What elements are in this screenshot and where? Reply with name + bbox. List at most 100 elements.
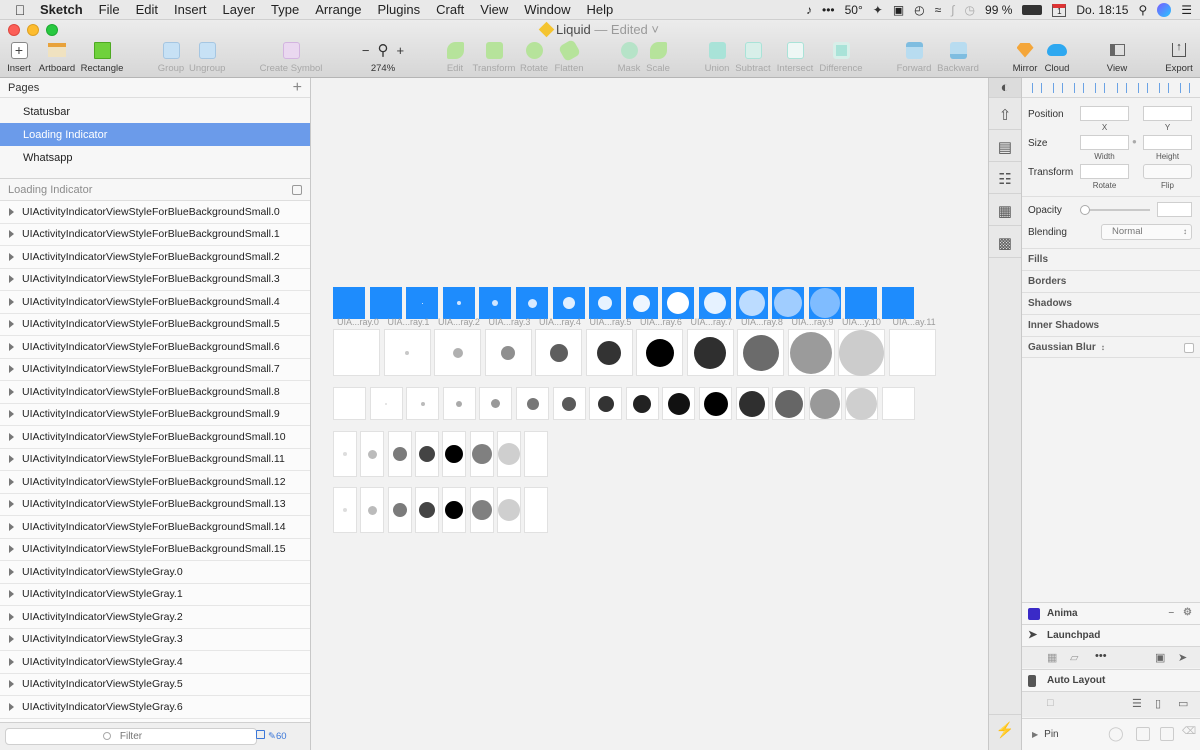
blue-artboard[interactable]	[772, 287, 805, 319]
layer-row[interactable]: UIActivityIndicatorViewStyleForBlueBackg…	[0, 403, 310, 426]
disclosure-triangle-icon[interactable]	[9, 680, 14, 689]
artboard[interactable]	[469, 431, 494, 477]
camera-icon[interactable]: ▣	[893, 3, 904, 17]
opacity-slider-track[interactable]	[1084, 209, 1150, 211]
artboard[interactable]	[686, 329, 734, 376]
layer-row[interactable]: UIActivityIndicatorViewStyleGray.6	[0, 696, 310, 719]
artboard-label[interactable]: UIA...ray.4	[539, 317, 581, 327]
layer-row[interactable]: UIActivityIndicatorViewStyleGray.1	[0, 583, 310, 606]
layer-row[interactable]: UIActivityIndicatorViewStyleForBlueBackg…	[0, 381, 310, 404]
time-machine-icon[interactable]: ◷	[965, 3, 975, 17]
artboard[interactable]	[360, 431, 385, 477]
temperature-readout[interactable]: 50°	[845, 3, 863, 17]
notification-center-icon[interactable]: ☰	[1181, 3, 1192, 17]
layer-row[interactable]: UIActivityIndicatorViewStyleForBlueBackg…	[0, 493, 310, 516]
artboard[interactable]	[845, 387, 879, 420]
blue-artboard[interactable]	[699, 287, 731, 319]
disclosure-triangle-icon[interactable]	[9, 657, 14, 666]
position-x-input[interactable]	[1080, 106, 1129, 121]
battery-readout[interactable]: 99 %	[985, 3, 1012, 17]
zoom-in-button[interactable]: +	[397, 43, 405, 58]
artboard-label[interactable]: UIA...ray.8	[741, 317, 783, 327]
mirror-button[interactable]: Mirror	[1011, 39, 1039, 74]
blue-artboard[interactable]	[662, 287, 695, 319]
disclosure-triangle-icon[interactable]	[9, 252, 14, 261]
artboard[interactable]	[882, 387, 915, 420]
artboard[interactable]	[838, 329, 885, 376]
page-item-statusbar[interactable]: Statusbar	[0, 100, 310, 123]
more-icon[interactable]: •••	[1095, 650, 1107, 662]
anima-panel[interactable]: Anima – ⚙	[1022, 602, 1200, 624]
blue-artboard[interactable]	[333, 287, 365, 319]
layer-row[interactable]: UIActivityIndicatorViewStyleForBlueBackg…	[0, 268, 310, 291]
disclosure-triangle-icon[interactable]	[9, 320, 14, 329]
blue-artboard[interactable]	[625, 287, 658, 319]
artboard[interactable]	[414, 431, 439, 477]
artboard[interactable]	[524, 487, 549, 533]
add-page-icon[interactable]: +	[293, 79, 302, 97]
align-top-icon[interactable]	[1116, 82, 1127, 93]
code-icon[interactable]: ▣	[1155, 651, 1165, 664]
forward-button[interactable]: Forward	[896, 39, 932, 74]
disclosure-triangle-icon[interactable]	[9, 567, 14, 576]
layer-row[interactable]: UIActivityIndicatorViewStyleForBlueBackg…	[0, 313, 310, 336]
layer-row[interactable]: UIActivityIndicatorViewStyleGray.2	[0, 606, 310, 629]
inspector-tab-icon[interactable]: ◐	[989, 78, 1021, 98]
layer-row[interactable]: UIActivityIndicatorViewStyleForBlueBackg…	[0, 336, 310, 359]
intersect-button[interactable]: Intersect	[775, 39, 815, 74]
artboard-label[interactable]: UIA...ray.3	[489, 317, 531, 327]
spotlight-search-icon[interactable]: ⚲	[1138, 3, 1147, 17]
sync-icon[interactable]: ◴	[914, 3, 924, 17]
blue-artboard[interactable]	[552, 287, 585, 319]
rotate-button[interactable]: Rotate	[520, 39, 548, 74]
resize-icon[interactable]: ▦	[989, 196, 1021, 226]
width-input[interactable]	[1080, 135, 1129, 150]
document-title[interactable]: Liquid — Edited ˅	[0, 21, 1200, 38]
blue-artboard[interactable]	[845, 287, 878, 319]
artboard[interactable]	[442, 387, 476, 420]
artboard-label[interactable]: UIA...ray.6	[640, 317, 682, 327]
align-left-icon[interactable]	[1031, 82, 1042, 93]
align-right-icon[interactable]	[1074, 82, 1085, 93]
layer-row[interactable]: UIActivityIndicatorViewStyleForBlueBackg…	[0, 448, 310, 471]
app-menu[interactable]: Sketch	[40, 2, 83, 17]
menu-craft[interactable]: Craft	[436, 2, 464, 17]
artboard-button[interactable]: Artboard	[38, 39, 76, 74]
artboard[interactable]	[625, 387, 659, 420]
blue-artboard[interactable]	[406, 287, 439, 319]
artboard[interactable]	[585, 329, 633, 376]
artboard[interactable]	[360, 487, 385, 533]
scale-button[interactable]: Scale	[645, 39, 671, 74]
align-center-icon[interactable]	[1052, 82, 1063, 93]
artboard[interactable]	[333, 387, 366, 420]
distribute-horizontal-icon[interactable]	[1095, 82, 1106, 93]
artboard[interactable]	[333, 431, 357, 477]
music-note-icon[interactable]: ♪	[806, 3, 812, 17]
mask-button[interactable]: Mask	[617, 39, 641, 74]
artboard[interactable]	[552, 387, 586, 420]
export-button[interactable]: ↑ Export	[1164, 39, 1194, 75]
menu-plugins[interactable]: Plugins	[377, 2, 420, 17]
rectangle-button[interactable]: Rectangle	[80, 39, 124, 74]
difference-button[interactable]: Difference	[818, 39, 864, 74]
minimize-icon[interactable]: –	[1168, 607, 1174, 618]
position-y-input[interactable]	[1143, 106, 1192, 121]
flip-buttons[interactable]	[1143, 164, 1192, 179]
artboard[interactable]	[484, 329, 532, 376]
layer-row[interactable]: UIActivityIndicatorViewStyleGray.3	[0, 628, 310, 651]
twitter-icon[interactable]: ✦	[873, 3, 883, 17]
artboard-label[interactable]: UIA...ray.2	[438, 317, 480, 327]
disclosure-triangle-icon[interactable]	[9, 522, 14, 531]
artboard-label[interactable]: UIA...ray.0	[337, 317, 379, 327]
artboard[interactable]	[535, 329, 582, 376]
rotate-input[interactable]	[1080, 164, 1129, 179]
phone-icon[interactable]: ▯	[1155, 697, 1161, 710]
apple-menu-icon[interactable]: 	[0, 2, 40, 18]
artboard-label[interactable]: UIA...ray.1	[388, 317, 430, 327]
share-icon[interactable]: ⇧	[989, 100, 1021, 130]
flatten-button[interactable]: Flatten	[553, 38, 585, 74]
blue-artboard[interactable]	[479, 287, 512, 319]
disclosure-triangle-icon[interactable]: ▶	[1032, 730, 1038, 739]
align-bottom-icon[interactable]	[1159, 82, 1170, 93]
disclosure-triangle-icon[interactable]	[9, 455, 14, 464]
